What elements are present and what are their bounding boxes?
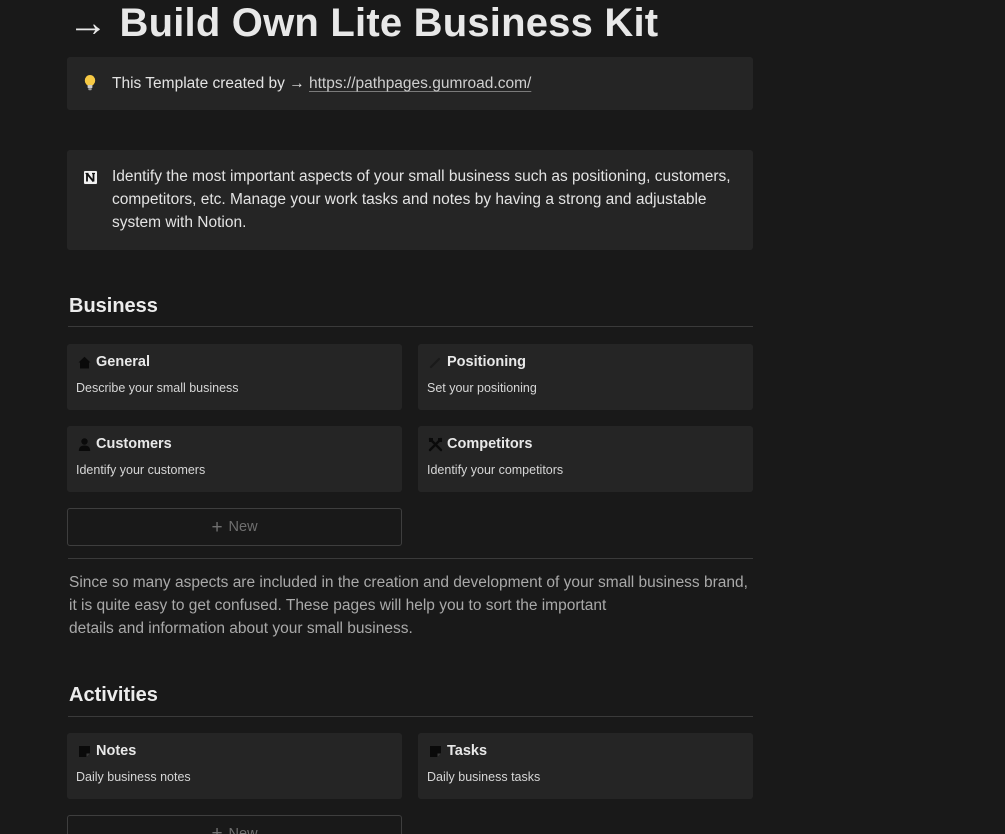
business-paragraph: Since so many aspects are included in th… xyxy=(69,571,759,640)
card-title: Tasks xyxy=(447,743,488,759)
paragraph-line: it is quite easy to get confused. These … xyxy=(69,597,607,614)
new-label: New xyxy=(228,825,258,834)
activities-new-button[interactable]: + New xyxy=(67,815,402,834)
callout-description: Identify the most important aspects of y… xyxy=(112,168,731,231)
business-heading: Business xyxy=(69,295,158,317)
person-icon xyxy=(76,436,92,452)
card-title: Customers xyxy=(96,436,172,452)
card-description: Set your positioning xyxy=(427,381,537,395)
note-icon xyxy=(76,743,92,759)
callout-text: This Template created by → https://pathp… xyxy=(112,72,735,95)
paragraph-line: Since so many aspects are included in th… xyxy=(69,574,748,591)
business-new-button[interactable]: + New xyxy=(67,508,402,546)
page-title: → Build Own Lite Business Kit xyxy=(68,1,659,45)
notion-logo-icon xyxy=(81,168,99,186)
pencil-icon xyxy=(427,354,443,370)
card-notes[interactable]: Notes Daily business notes xyxy=(67,733,402,799)
note-icon xyxy=(427,743,443,759)
crossed-swords-icon xyxy=(427,436,443,452)
lightbulb-icon xyxy=(81,74,99,92)
card-description: Identify your competitors xyxy=(427,463,564,477)
gumroad-link[interactable]: https://pathpages.gumroad.com/ xyxy=(309,75,531,92)
card-positioning[interactable]: Positioning Set your positioning xyxy=(418,344,753,410)
description-callout: Identify the most important aspects of y… xyxy=(67,150,753,250)
card-competitors[interactable]: Competitors Identify your competitors xyxy=(418,426,753,492)
card-title: Notes xyxy=(96,743,137,759)
card-description: Describe your small business xyxy=(76,381,239,395)
page: → Build Own Lite Business Kit This Templ… xyxy=(0,0,1005,834)
card-title: Positioning xyxy=(447,354,526,370)
activities-divider xyxy=(68,716,753,717)
card-description: Daily business tasks xyxy=(427,770,541,784)
business-divider xyxy=(68,326,753,327)
new-label: New xyxy=(228,519,258,535)
card-description: Daily business notes xyxy=(76,770,191,784)
card-title: Competitors xyxy=(447,436,533,452)
card-description: Identify your customers xyxy=(76,463,206,477)
card-customers[interactable]: Customers Identify your customers xyxy=(67,426,402,492)
paragraph-line: details and information about your small… xyxy=(69,620,413,637)
house-icon xyxy=(76,354,92,370)
plus-icon: + xyxy=(211,823,223,834)
business-bottom-divider xyxy=(68,558,753,559)
card-general[interactable]: General Describe your small business xyxy=(67,344,402,410)
card-title: General xyxy=(96,354,150,370)
plus-icon: + xyxy=(211,516,223,538)
activities-heading: Activities xyxy=(69,684,158,706)
card-tasks[interactable]: Tasks Daily business tasks xyxy=(418,733,753,799)
template-credit-callout: This Template created by → https://pathp… xyxy=(67,57,753,110)
callout-text-prefix: This Template created by → xyxy=(112,75,309,92)
